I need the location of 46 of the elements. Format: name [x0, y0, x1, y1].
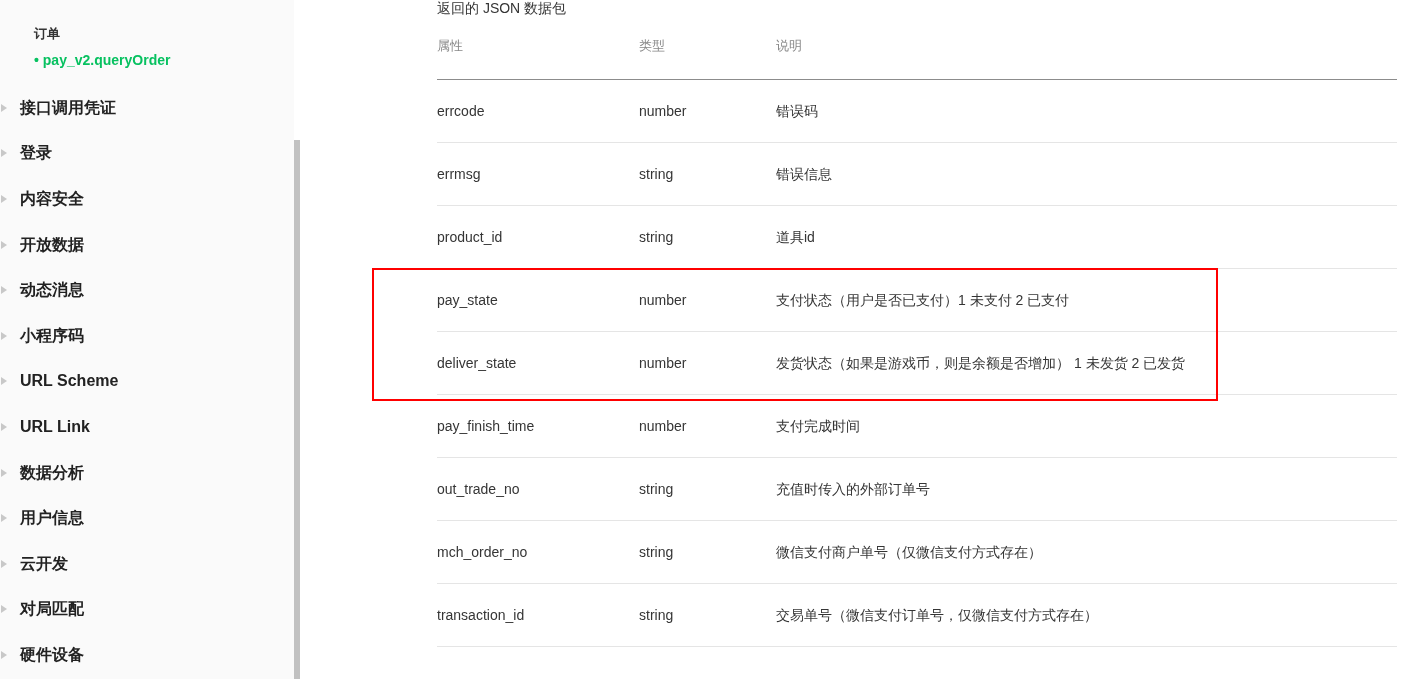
table-cell-text: 支付完成时间: [776, 416, 860, 436]
table-cell-text: errmsg: [437, 164, 482, 184]
table-cell-text: number: [639, 416, 688, 436]
table-cell-text: number: [639, 290, 688, 310]
sidebar-item[interactable]: 内容安全: [20, 187, 84, 211]
sidebar-item[interactable]: 接口调用凭证: [20, 95, 116, 120]
table-cell-text: deliver_state: [437, 353, 518, 373]
table-cell-text: string: [639, 542, 675, 562]
sidebar-item[interactable]: 登录: [20, 141, 52, 166]
sidebar-group-label: 订单: [33, 25, 61, 43]
sidebar-item[interactable]: URL Scheme: [20, 369, 119, 394]
column-header: 说明: [776, 37, 802, 55]
table-cell-text: number: [639, 353, 688, 373]
table-cell-text: mch_order_no: [437, 542, 529, 562]
table-cell-text: out_trade_no: [437, 479, 521, 499]
table-cell-text: 道具id: [776, 227, 815, 247]
table-cell-text: transaction_id: [437, 605, 526, 625]
table-cell-text: product_id: [437, 227, 504, 247]
sidebar-item[interactable]: 对局匹配: [20, 597, 84, 622]
column-header: 属性: [437, 37, 464, 55]
sidebar-item[interactable]: 硬件设备: [20, 642, 84, 667]
table-cell-text: errcode: [437, 101, 486, 121]
sidebar-item[interactable]: 动态消息: [20, 278, 84, 303]
table-cell-text: 错误信息: [776, 164, 832, 184]
table-cell-text: string: [639, 605, 675, 625]
section-title: 返回的 JSON 数据包: [437, 0, 567, 16]
table-cell-text: number: [639, 101, 688, 121]
table-cell-text: 交易单号（微信支付订单号，仅微信支付方式存在）: [776, 605, 1098, 625]
table-cell-text: 微信支付商户单号（仅微信支付方式存在）: [776, 542, 1042, 562]
table-cell-text: string: [639, 227, 675, 247]
table-cell-text: pay_finish_time: [437, 416, 536, 436]
table-cell-text: 充值时传入的外部订单号: [776, 479, 930, 499]
sidebar-item[interactable]: 数据分析: [20, 460, 84, 485]
table-cell-text: string: [639, 479, 675, 499]
table-cell-text: 支付状态（用户是否已支付）1 未支付 2 已支付: [776, 290, 1070, 310]
column-header: 类型: [639, 37, 666, 55]
table-cell-text: pay_state: [437, 290, 499, 310]
table-cell-text: 发货状态（如果是游戏币，则是余额是否增加） 1 未发货 2 已发货: [776, 353, 1186, 373]
sidebar-item[interactable]: URL Link: [20, 414, 90, 439]
scrollbar[interactable]: [294, 140, 300, 679]
sidebar-item[interactable]: 小程序码: [20, 323, 84, 348]
sidebar-item[interactable]: 云开发: [20, 551, 68, 576]
table-cell-text: string: [639, 164, 675, 184]
sidebar-item[interactable]: 开放数据: [20, 232, 84, 257]
table-cell-text: 错误码: [776, 101, 818, 121]
sidebar-item[interactable]: 用户信息: [20, 506, 84, 531]
